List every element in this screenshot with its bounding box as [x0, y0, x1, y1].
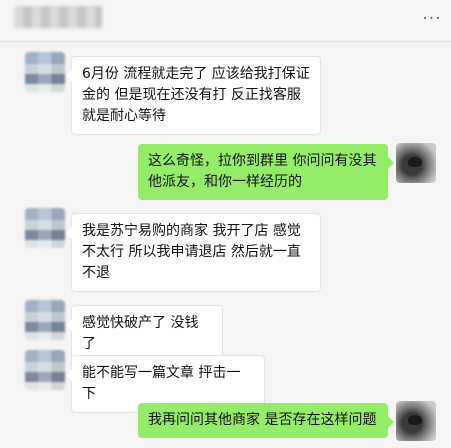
contact-avatar[interactable] — [25, 208, 65, 248]
self-avatar[interactable] — [396, 143, 436, 183]
message-bubble-outgoing: 这么奇怪，拉你到群里 你问问有没其他派友，和你一样经历的 — [138, 144, 394, 200]
contact-avatar[interactable] — [25, 300, 65, 340]
contact-avatar[interactable] — [25, 52, 65, 92]
message-bubble-incoming: 6月份 流程就走完了 应该给我打保证金的 但是现在还没有打 反正找客服就是耐心等… — [66, 56, 321, 135]
message-bubble-incoming: 我是苏宁易购的商家 我开了店 感觉不太行 所以我申请退店 然后就一直不退 — [66, 213, 321, 292]
message-bubble-outgoing: 我再问问其他商家 是否存在这样问题 — [138, 403, 394, 438]
more-icon[interactable]: ··· — [419, 4, 445, 34]
self-avatar[interactable] — [396, 401, 436, 441]
chat-title-blurred — [14, 6, 102, 28]
contact-avatar[interactable] — [25, 350, 65, 390]
chat-header: ··· — [0, 0, 451, 42]
